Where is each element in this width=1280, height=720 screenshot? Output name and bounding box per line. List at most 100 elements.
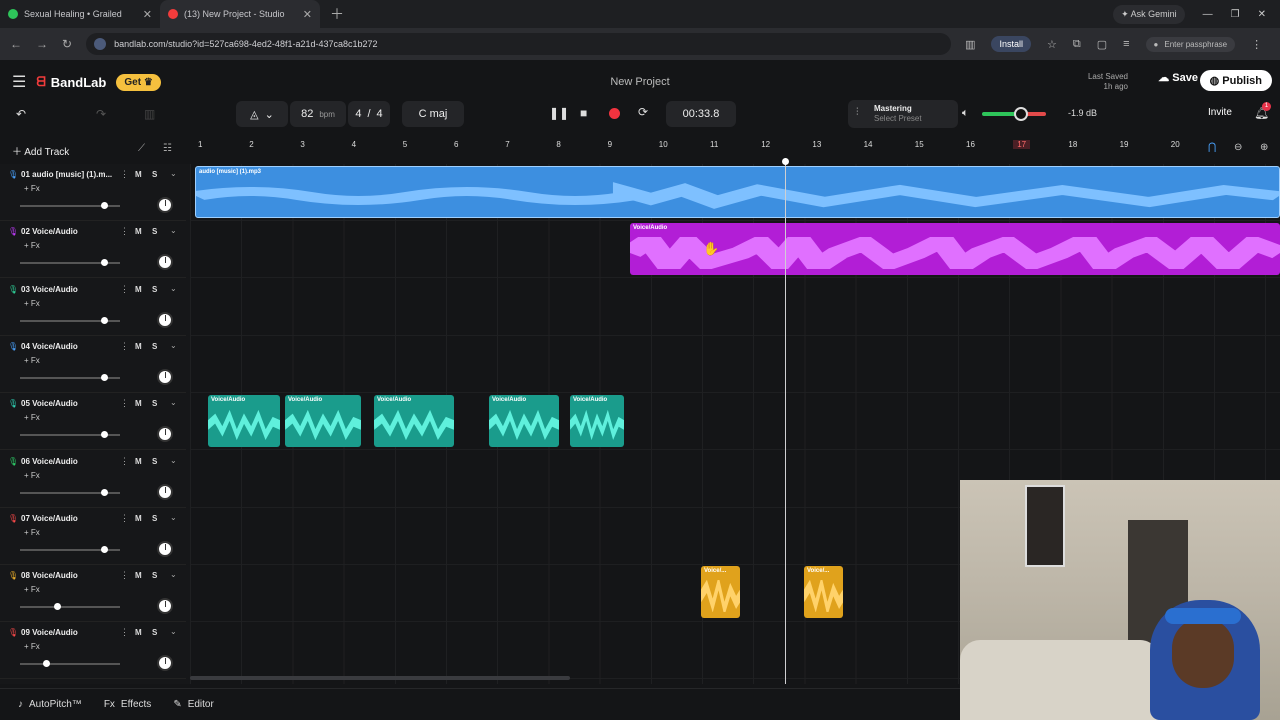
invite-button[interactable]: Invite (1208, 107, 1232, 118)
pan-knob[interactable] (157, 598, 173, 615)
mute-button[interactable]: M (135, 227, 142, 236)
track-header-05[interactable]: 🎙︎ 05 Voice/Audio + Fx ⋮ M S ⌄ (0, 393, 186, 451)
add-fx-button[interactable]: + Fx (24, 241, 40, 250)
audio-clip-voice-05[interactable]: Voice/Audio (208, 395, 280, 447)
add-fx-button[interactable]: + Fx (24, 471, 40, 480)
chevron-down-icon[interactable]: ⌄ (170, 627, 177, 636)
minimize-icon[interactable]: — (1203, 9, 1213, 20)
ruler-bar-11[interactable]: 11 (710, 140, 718, 149)
solo-button[interactable]: S (152, 514, 157, 523)
add-fx-button[interactable]: + Fx (24, 413, 40, 422)
tempo-field[interactable]: 82 bpm (290, 101, 346, 127)
track-name[interactable]: 08 Voice/Audio (21, 571, 113, 580)
ruler-bar-15[interactable]: 15 (915, 140, 924, 149)
loop-icon[interactable]: ⟳ (638, 105, 648, 119)
ruler-bar-2[interactable]: 2 (249, 140, 253, 149)
timeline-ruler[interactable]: 1 2 3 4 5 6 7 8 9 10 11 12 13 14 15 16 17 18 19 20 (190, 134, 1280, 158)
back-icon[interactable]: ← (10, 37, 22, 51)
audio-clip-voice-05[interactable]: Voice/Audio (489, 395, 559, 447)
metronome-button[interactable]: ◬ ⌄ (236, 101, 288, 127)
track-header-09[interactable]: 🎙︎ 09 Voice/Audio + Fx ⋮ M S ⌄ (0, 622, 186, 680)
volume-fader[interactable] (20, 259, 120, 267)
fader-knob[interactable] (101, 431, 108, 439)
track-options-icon[interactable]: ⋮ (120, 284, 129, 295)
record-icon[interactable] (609, 108, 620, 119)
horizontal-scrollbar[interactable] (190, 676, 570, 680)
mute-button[interactable]: M (135, 170, 142, 179)
ruler-bar-20[interactable]: 20 (1171, 140, 1180, 149)
track-header-08[interactable]: 🎙︎ 08 Voice/Audio + Fx ⋮ M S ⌄ (0, 565, 186, 623)
mute-button[interactable]: M (135, 628, 142, 637)
ruler-bar-17[interactable]: 17 (1013, 140, 1031, 149)
save-button[interactable]: ☁ Save (1158, 71, 1198, 84)
fader-knob[interactable] (101, 373, 108, 381)
solo-button[interactable]: S (152, 571, 157, 580)
solo-button[interactable]: S (152, 457, 157, 466)
track-header-01[interactable]: 🎙︎ 01 audio [music] (1).m... + Fx ⋮ M S ⌄ (0, 164, 186, 221)
solo-button[interactable]: S (152, 628, 157, 637)
add-fx-button[interactable]: + Fx (24, 642, 40, 651)
ruler-bar-6[interactable]: 6 (454, 140, 458, 149)
track-header-06[interactable]: 🎙︎ 06 Voice/Audio + Fx ⋮ M S ⌄ (0, 451, 186, 508)
zoom-in-icon[interactable]: ⊕ (1260, 142, 1268, 153)
volume-fader[interactable] (20, 202, 120, 209)
track-options-icon[interactable]: ⋮ (120, 169, 129, 180)
site-info-icon[interactable] (94, 38, 107, 50)
chevron-down-icon[interactable]: ⌄ (170, 513, 177, 522)
track-name[interactable]: 09 Voice/Audio (21, 628, 113, 637)
volume-slider-knob[interactable] (1014, 107, 1028, 121)
volume-fader[interactable] (20, 603, 120, 611)
pan-knob[interactable] (157, 483, 173, 500)
media-icon[interactable]: ≡ (1123, 38, 1129, 50)
hamburger-menu-icon[interactable]: ☰ (12, 72, 26, 92)
speaker-icon[interactable]: 🔈︎ (962, 107, 969, 120)
forward-icon[interactable]: → (36, 37, 48, 51)
maximize-icon[interactable]: ❐ (1231, 9, 1240, 20)
autopitch-button[interactable]: ♪ AutoPitch™ (18, 699, 82, 710)
ruler-bar-18[interactable]: 18 (1068, 140, 1077, 149)
notifications-bell-icon[interactable]: 🔔︎ 1 (1254, 102, 1271, 120)
url-bar[interactable]: bandlab.com/studio?id=527ca698-4ed2-48f1… (86, 33, 952, 55)
bandlab-logo[interactable]: ᗺ BandLab (36, 74, 106, 90)
ruler-bar-10[interactable]: 10 (659, 140, 668, 149)
effects-button[interactable]: Fx Effects (104, 699, 152, 710)
fader-knob[interactable] (101, 316, 108, 324)
publish-button[interactable]: ◍ Publish (1199, 70, 1272, 91)
stop-icon[interactable]: ■ (580, 106, 587, 120)
ruler-bar-8[interactable]: 8 (556, 140, 560, 149)
ruler-bar-16[interactable]: 16 (966, 140, 975, 149)
pan-knob[interactable] (157, 368, 173, 385)
ruler-bar-7[interactable]: 7 (505, 140, 509, 149)
track-options-icon[interactable]: ⋮ (120, 456, 129, 467)
mute-button[interactable]: M (135, 285, 142, 294)
track-name[interactable]: 03 Voice/Audio (21, 285, 113, 294)
add-track-button[interactable]: ＋ Add Track (12, 143, 69, 158)
volume-fader[interactable] (20, 431, 120, 439)
ruler-bar-19[interactable]: 19 (1120, 140, 1129, 149)
passphrase-button[interactable]: ● Enter passphrase (1145, 36, 1236, 52)
track-header-02[interactable]: 🎙︎ 02 Voice/Audio + Fx ⋮ M S ⌄ (0, 221, 186, 279)
new-tab-button[interactable]: ＋ (320, 4, 354, 24)
solo-button[interactable]: S (152, 285, 157, 294)
add-fx-button[interactable]: + Fx (24, 356, 40, 365)
wand-icon[interactable]: ⟋ (138, 143, 145, 154)
menu-icon[interactable]: ⋮ (1251, 38, 1262, 51)
chevron-down-icon[interactable]: ⌄ (170, 284, 177, 293)
track-name[interactable]: 06 Voice/Audio (21, 457, 113, 466)
track-name[interactable]: 07 Voice/Audio (21, 514, 113, 523)
add-fx-button[interactable]: + Fx (24, 299, 40, 308)
audio-clip-voice-02[interactable]: Voice/Audio (630, 223, 1280, 275)
reload-icon[interactable]: ↻ (62, 37, 72, 51)
chevron-down-icon[interactable]: ⌄ (170, 570, 177, 579)
get-button[interactable]: Get ♛ (116, 73, 161, 91)
mute-button[interactable]: M (135, 571, 142, 580)
fader-knob[interactable] (54, 603, 61, 611)
solo-button[interactable]: S (152, 399, 157, 408)
ruler-bar-1[interactable]: 1 (198, 140, 202, 149)
volume-fader[interactable] (20, 373, 120, 381)
chevron-down-icon[interactable]: ⌄ (170, 226, 177, 235)
mastering-selector[interactable]: ⫶ Mastering Select Preset (848, 100, 958, 128)
track-lane-03[interactable] (190, 278, 1280, 336)
ruler-bar-9[interactable]: 9 (608, 140, 612, 149)
audio-clip-voice-05[interactable]: Voice/Audio (570, 395, 624, 447)
